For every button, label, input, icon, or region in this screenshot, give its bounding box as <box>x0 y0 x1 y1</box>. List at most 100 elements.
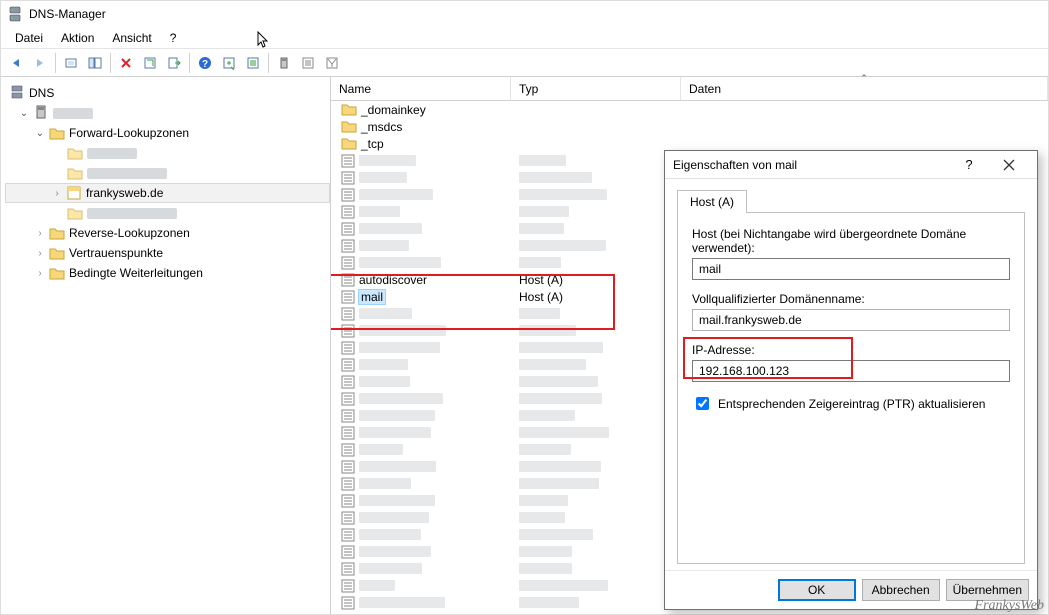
cursor-icon <box>257 31 271 52</box>
record-icon <box>341 545 355 559</box>
record-icon <box>341 205 355 219</box>
server-icon-button[interactable] <box>273 52 295 74</box>
record-icon <box>341 154 355 168</box>
folder-icon <box>341 102 357 118</box>
action-button-2[interactable] <box>242 52 264 74</box>
window-title: DNS-Manager <box>29 7 106 21</box>
dialog-buttons: OK Abbrechen Übernehmen <box>665 570 1037 609</box>
apply-button[interactable]: Übernehmen <box>946 579 1029 601</box>
svg-text:?: ? <box>202 59 208 70</box>
tree-blur-item <box>87 168 167 179</box>
tree-rev-label: Reverse-Lookupzonen <box>69 226 190 240</box>
record-icon <box>341 358 355 372</box>
record-icon <box>341 426 355 440</box>
back-button[interactable] <box>5 52 27 74</box>
dialog-help-button[interactable]: ? <box>949 151 989 179</box>
folder-icon <box>67 165 83 181</box>
record-icon <box>341 579 355 593</box>
record-icon <box>341 239 355 253</box>
zone-icon <box>66 185 82 201</box>
tree-blur-item <box>87 148 137 159</box>
help-button[interactable]: ? <box>194 52 216 74</box>
folder-icon <box>49 225 65 241</box>
up-button[interactable] <box>60 52 82 74</box>
menu-view[interactable]: Ansicht <box>104 29 159 47</box>
record-icon <box>341 460 355 474</box>
tree-selected-zone[interactable]: frankysweb.de <box>86 186 163 200</box>
col-data[interactable]: ⌃ Daten <box>681 77 1048 100</box>
forward-button[interactable] <box>29 52 51 74</box>
server-icon <box>33 104 49 123</box>
ip-input[interactable] <box>692 360 1010 382</box>
tree-root-label: DNS <box>29 86 54 100</box>
record-icon <box>341 188 355 202</box>
ok-button[interactable]: OK <box>778 579 856 601</box>
fqdn-label: Vollqualifizierter Domänenname: <box>692 292 1010 306</box>
record-icon <box>341 375 355 389</box>
record-icon <box>341 443 355 457</box>
filter-icon-button[interactable] <box>321 52 343 74</box>
col-name[interactable]: Name <box>331 77 511 100</box>
toolbar: ? <box>1 49 1048 77</box>
menu-help[interactable]: ? <box>162 29 185 47</box>
menu-action[interactable]: Aktion <box>53 29 102 47</box>
dns-root-icon <box>9 84 25 103</box>
export-button[interactable] <box>163 52 185 74</box>
title-bar: DNS-Manager <box>1 1 1048 27</box>
refresh-button[interactable] <box>139 52 161 74</box>
col-data-label: Daten <box>689 82 721 96</box>
cancel-button[interactable]: Abbrechen <box>862 579 940 601</box>
record-icon <box>341 273 355 287</box>
host-input[interactable] <box>692 258 1010 280</box>
record-icon <box>341 222 355 236</box>
record-icon <box>341 290 355 304</box>
record-icon <box>341 511 355 525</box>
caret-icon[interactable]: ⌄ <box>35 128 45 139</box>
list-icon-button[interactable] <box>297 52 319 74</box>
dialog-title: Eigenschaften von mail <box>673 158 797 172</box>
folder-icon <box>49 265 65 281</box>
record-icon <box>341 409 355 423</box>
record-icon <box>341 494 355 508</box>
delete-button[interactable] <box>115 52 137 74</box>
tree-trust-label: Vertrauenspunkte <box>69 246 163 260</box>
show-hide-button[interactable] <box>84 52 106 74</box>
caret-icon[interactable]: › <box>35 248 45 259</box>
record-icon <box>341 562 355 576</box>
record-icon <box>341 392 355 406</box>
caret-icon[interactable]: ⌄ <box>19 108 29 119</box>
caret-icon[interactable]: › <box>35 228 45 239</box>
ptr-checkbox[interactable] <box>696 397 709 410</box>
ip-label: IP-Adresse: <box>692 343 1010 357</box>
list-row[interactable]: _domainkey <box>331 101 1048 118</box>
folder-icon <box>67 145 83 161</box>
close-icon[interactable] <box>989 151 1029 179</box>
tree-panel[interactable]: DNS ⌄ ⌄ Forward-Lookupzonen › frankysweb… <box>1 77 331 614</box>
list-header: Name Typ ⌃ Daten <box>331 77 1048 101</box>
sort-indicator-icon: ⌃ <box>860 73 868 84</box>
fqdn-input <box>692 309 1010 331</box>
col-type[interactable]: Typ <box>511 77 681 100</box>
caret-icon[interactable]: › <box>35 268 45 279</box>
tree-cond-label: Bedingte Weiterleitungen <box>69 266 203 280</box>
record-icon <box>341 307 355 321</box>
record-icon <box>341 256 355 270</box>
folder-icon <box>49 125 65 141</box>
caret-icon[interactable]: › <box>52 188 62 199</box>
folder-icon <box>341 119 357 135</box>
app-icon <box>7 6 23 22</box>
ptr-label: Entsprechenden Zeigereintrag (PTR) aktua… <box>718 397 985 411</box>
record-icon <box>341 171 355 185</box>
properties-dialog: Eigenschaften von mail ? Host (A) Host (… <box>664 150 1038 610</box>
menu-file[interactable]: Datei <box>7 29 51 47</box>
folder-icon <box>67 205 83 221</box>
tree-server-label <box>53 108 93 119</box>
tab-host-a[interactable]: Host (A) <box>677 190 747 213</box>
menu-bar: Datei Aktion Ansicht ? <box>1 27 1048 49</box>
tree-fwd-label: Forward-Lookupzonen <box>69 126 189 140</box>
list-row[interactable]: _msdcs <box>331 118 1048 135</box>
action-button-1[interactable] <box>218 52 240 74</box>
dialog-title-bar[interactable]: Eigenschaften von mail ? <box>665 151 1037 179</box>
tree-blur-item <box>87 208 177 219</box>
record-icon <box>341 528 355 542</box>
